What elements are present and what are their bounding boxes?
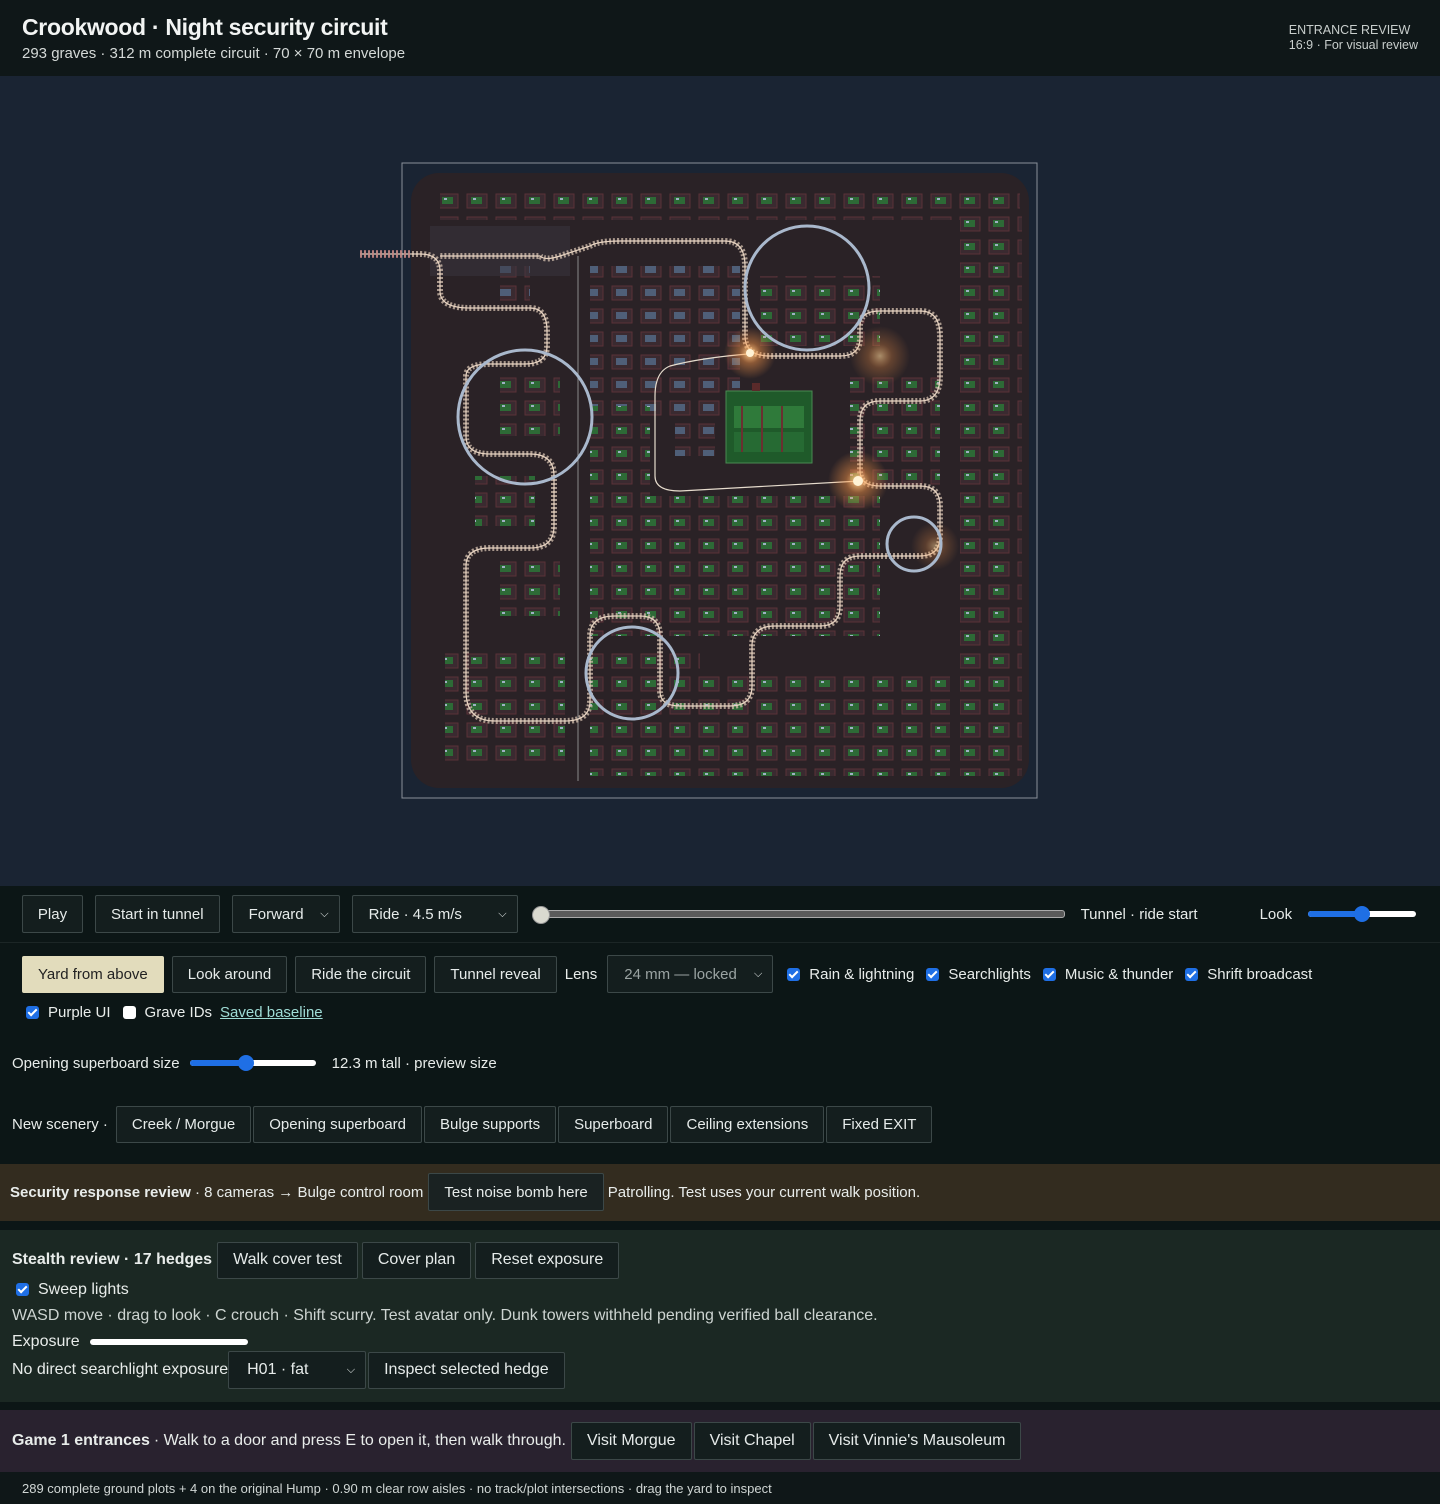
game-title: Game 1 entrances — [12, 1432, 150, 1449]
chevron-down-icon: ⌵ — [498, 907, 507, 920]
ride-position-label: Tunnel · ride start — [1080, 905, 1198, 923]
security-status: Patrolling. Test uses your current walk … — [607, 1183, 921, 1201]
inspect-hedge-button[interactable]: Inspect selected hedge — [368, 1351, 565, 1389]
sweep-lights-toggle[interactable]: Sweep lights — [16, 1281, 129, 1299]
saved-baseline-link[interactable]: Saved baseline — [220, 1004, 323, 1021]
visit-morgue-button[interactable]: Visit Morgue — [570, 1422, 692, 1460]
shrift-toggle[interactable]: Shrift broadcast — [1185, 966, 1324, 983]
walk-cover-test-button[interactable]: Walk cover test — [217, 1241, 358, 1279]
stealth-review-panel: Stealth review · 17 hedges Walk cover te… — [0, 1230, 1440, 1402]
scenery-opening-superboard-button[interactable]: Opening superboard — [253, 1105, 422, 1143]
exposure-status: No direct searchlight exposure — [12, 1361, 229, 1378]
security-title: Security response review — [10, 1183, 191, 1201]
game-entrances-panel: Game 1 entrances · Walk to a door and pr… — [0, 1410, 1440, 1472]
speed-value: Ride · 4.5 m/s — [368, 905, 462, 923]
stealth-title: Stealth review · 17 hedges — [12, 1251, 213, 1268]
reset-exposure-button[interactable]: Reset exposure — [475, 1241, 620, 1279]
scenery-fixed-exit-button[interactable]: Fixed EXIT — [826, 1105, 933, 1143]
lens-select[interactable]: 24 mm — locked ⌵ — [607, 955, 774, 993]
lens-value: 24 mm — locked — [624, 965, 737, 983]
footer-bar: 289 complete ground plots + 4 on the ori… — [0, 1472, 1440, 1504]
review-badge: ENTRANCE REVIEW 16:9 · For visual review — [1289, 23, 1418, 53]
stealth-help: WASD move · drag to look · C crouch · Sh… — [12, 1307, 878, 1324]
yard-from-above-button[interactable]: Yard from above — [22, 955, 164, 993]
superboard-size-label: Opening superboard size — [12, 1054, 180, 1072]
play-button[interactable]: Play — [22, 895, 83, 933]
page-subtitle: 293 graves · 312 m complete circuit · 70… — [22, 45, 406, 62]
superboard-size-thumb[interactable] — [238, 1055, 255, 1071]
cover-plan-button[interactable]: Cover plan — [361, 1241, 472, 1279]
checkbox-checked-icon[interactable] — [1185, 968, 1199, 982]
review-label: ENTRANCE REVIEW — [1288, 23, 1411, 37]
title-bar: Crookwood · Night security circuit 293 g… — [0, 0, 1440, 76]
exposure-meter — [89, 1339, 248, 1345]
direction-select[interactable]: Forward ⌵ — [231, 895, 340, 933]
ride-circuit-button[interactable]: Ride the circuit — [295, 955, 427, 993]
chevron-down-icon: ⌵ — [346, 1363, 356, 1376]
exposure-label: Exposure — [12, 1333, 80, 1350]
chevron-down-icon: ⌵ — [320, 907, 329, 920]
game-detail: · Walk to a door and press E to open it,… — [153, 1432, 566, 1449]
scenery-ceiling-extensions-button[interactable]: Ceiling extensions — [670, 1105, 825, 1143]
security-detail: · 8 cameras → Bulge control room — [194, 1183, 424, 1201]
look-around-button[interactable]: Look around — [171, 955, 288, 993]
look-thumb[interactable] — [1354, 906, 1371, 922]
chapel — [725, 383, 813, 464]
grave-ids-toggle[interactable]: Grave IDs — [122, 1004, 221, 1021]
purple-ui-toggle[interactable]: Purple UI — [26, 1004, 123, 1021]
scenery-label: New scenery · — [12, 1115, 108, 1133]
scenery-creek-morgue-button[interactable]: Creek / Morgue — [115, 1105, 252, 1143]
checkbox-checked-icon[interactable] — [1042, 968, 1056, 982]
hedge-value: H01 · fat — [247, 1361, 309, 1378]
superboard-size-slider[interactable] — [189, 1053, 316, 1073]
checkbox-unchecked-icon[interactable] — [122, 1006, 136, 1020]
hedge-select[interactable]: H01 · fat ⌵ — [228, 1351, 367, 1389]
checkbox-checked-icon[interactable] — [16, 1283, 29, 1297]
controls-panel: Play Start in tunnel Forward ⌵ Ride · 4.… — [0, 886, 1440, 1164]
music-toggle[interactable]: Music & thunder — [1042, 966, 1185, 983]
security-review-panel: Security response review · 8 cameras → B… — [0, 1164, 1440, 1221]
scenery-superboard-button[interactable]: Superboard — [558, 1105, 669, 1143]
direction-value: Forward — [248, 905, 304, 923]
rain-toggle[interactable]: Rain & lightning — [787, 966, 926, 983]
ride-progress-thumb[interactable] — [531, 906, 550, 924]
checkbox-checked-icon[interactable] — [787, 968, 801, 982]
review-sub: 16:9 · For visual review — [1288, 38, 1418, 52]
ride-progress-slider[interactable] — [531, 904, 1065, 924]
tunnel-reveal-button[interactable]: Tunnel reveal — [434, 955, 557, 993]
checkbox-checked-icon[interactable] — [926, 968, 940, 982]
scenery-bulge-supports-button[interactable]: Bulge supports — [424, 1105, 557, 1143]
lens-label: Lens — [564, 965, 598, 983]
page-title: Crookwood · Night security circuit — [22, 14, 388, 40]
noise-bomb-button[interactable]: Test noise bomb here — [428, 1173, 604, 1211]
yard-scene[interactable] — [0, 76, 1440, 886]
chevron-down-icon: ⌵ — [753, 967, 763, 980]
speed-select[interactable]: Ride · 4.5 m/s ⌵ — [351, 895, 518, 933]
start-tunnel-button[interactable]: Start in tunnel — [95, 895, 220, 933]
visit-chapel-button[interactable]: Visit Chapel — [693, 1422, 811, 1460]
visit-mausoleum-button[interactable]: Visit Vinnie's Mausoleum — [812, 1422, 1022, 1460]
searchlights-toggle[interactable]: Searchlights — [926, 966, 1043, 983]
footer-text: 289 complete ground plots + 4 on the ori… — [22, 1481, 772, 1496]
look-label: Look — [1259, 905, 1293, 923]
look-slider[interactable] — [1308, 904, 1417, 924]
yard-viewport[interactable] — [0, 76, 1440, 886]
superboard-size-readout: 12.3 m tall · preview size — [331, 1054, 497, 1072]
checkbox-checked-icon[interactable] — [26, 1006, 39, 1020]
